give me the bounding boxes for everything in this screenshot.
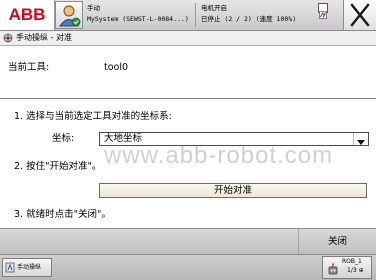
quickset-mechanical-unit: ROB_1 xyxy=(342,258,362,265)
step-3-text: 3. 就绪时点击"关闭"。 xyxy=(14,209,111,220)
user-icon-button[interactable] xyxy=(55,1,83,29)
status-icon xyxy=(319,11,327,19)
coord-label: 坐标: xyxy=(52,133,75,144)
motor-status: 电机开启 xyxy=(201,4,227,12)
step-2-text: 2. 按住"开始对准"。 xyxy=(14,161,102,172)
taskbar: 手动操纵 ROB_1 1/3 ⊕ xyxy=(0,254,376,280)
section-divider xyxy=(0,98,376,99)
command-bar: 关闭 xyxy=(0,228,376,255)
window-close-button[interactable] xyxy=(343,0,376,30)
quickset-button[interactable]: ROB_1 1/3 ⊕ xyxy=(322,256,372,279)
jogging-icon xyxy=(3,33,13,43)
robot-icon xyxy=(328,263,338,275)
quickset-increment: 1/3 ⊕ xyxy=(347,267,364,274)
view-title-bar: 手动操纵 - 对准 xyxy=(0,31,376,46)
close-icon xyxy=(350,3,370,27)
task-label: 手动操纵 xyxy=(17,264,42,271)
current-tool-label: 当前工具: xyxy=(8,62,50,73)
system-name: MySystem (SEWST-L-0084...) xyxy=(87,15,189,23)
abb-logo: ABB xyxy=(8,5,46,24)
header-divider xyxy=(195,3,196,27)
status-bar-icon[interactable] xyxy=(318,3,328,19)
close-button[interactable]: 关闭 xyxy=(298,229,376,255)
task-jogging-button[interactable]: 手动操纵 xyxy=(2,258,52,277)
abb-menu-button[interactable]: ABB xyxy=(0,0,55,30)
user-icon xyxy=(59,5,81,27)
current-tool-value: tool0 xyxy=(104,62,129,73)
header-bar: ABB 手动 MySystem (SEWST-L-0084...) 电机开启 已… xyxy=(0,0,376,31)
step-1-text: 1. 选择与当前选定工具对准的坐标系: xyxy=(14,111,172,122)
jogging-icon xyxy=(5,262,15,273)
dropdown-arrow[interactable] xyxy=(353,133,368,145)
run-status: 已停止 (2 / 2) (速度 100%) xyxy=(201,15,297,23)
watermark-text: www.abb-robot.com xyxy=(104,142,334,169)
chevron-down-icon xyxy=(357,140,365,145)
start-align-button[interactable]: 开始对准 xyxy=(99,183,367,198)
page-title: 手动操纵 - 对准 xyxy=(16,33,72,42)
mode-text: 手动 xyxy=(87,4,100,12)
